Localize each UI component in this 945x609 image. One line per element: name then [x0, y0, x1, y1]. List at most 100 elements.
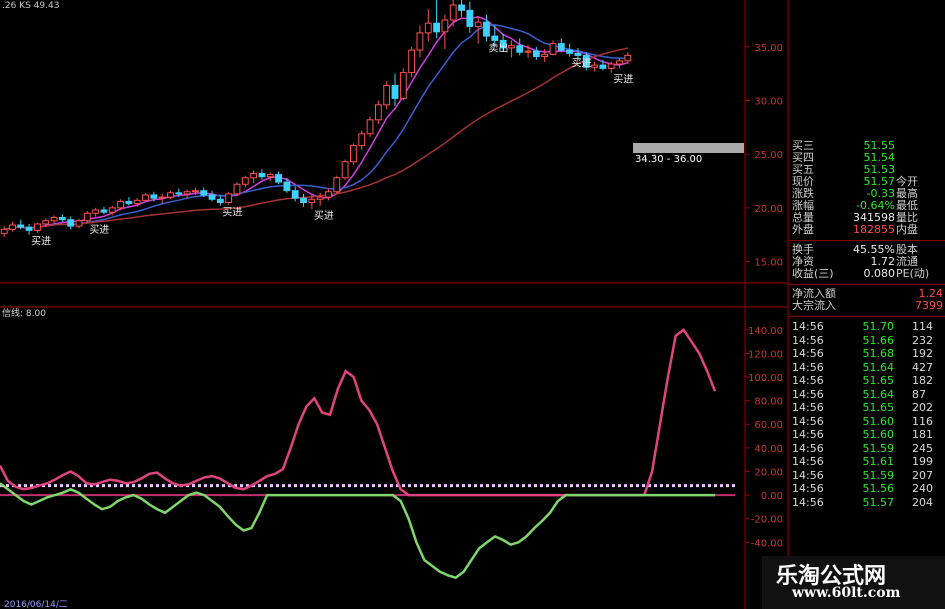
tick-volume: 199 [912, 455, 933, 468]
tick-time: 14:56 [792, 387, 824, 401]
candle-body [75, 220, 83, 227]
tick-price: 51.65 [862, 374, 895, 387]
tick-volume: 427 [912, 360, 933, 374]
candle-body [466, 9, 474, 27]
ind-tick-label: 0.00 [761, 491, 783, 502]
tick-volume: 232 [912, 333, 933, 347]
tick-time: 14:56 [792, 495, 824, 509]
candle-body [316, 196, 324, 200]
candle-body [366, 119, 374, 135]
signal-label: 买进 [31, 236, 51, 248]
candle-body [474, 21, 482, 27]
ind-tick-label: 80.00 [754, 397, 783, 408]
candle-body [200, 190, 208, 196]
candle-body [175, 192, 183, 195]
tick-time: 14:56 [792, 333, 824, 347]
candle-body [83, 212, 91, 222]
candle-body [458, 4, 465, 11]
tick-row: 14:56 51.65 202 [788, 401, 945, 415]
price-tick-label: 20.00 [754, 204, 783, 215]
candle-body [42, 220, 50, 225]
candle-body [325, 191, 332, 198]
candle-body [433, 22, 440, 33]
candle-body [266, 174, 274, 178]
candle-body [424, 22, 432, 34]
candle-body [416, 32, 424, 51]
ind-tick-label: 120.00 [748, 349, 783, 360]
separator [788, 316, 945, 317]
candle-body [574, 52, 582, 56]
tick-row: 14:56 51.56 240 [788, 482, 945, 496]
candle-body [491, 35, 499, 41]
candle-body [50, 217, 58, 222]
quote-row: 收益(三) 0.080 PE(动) [788, 268, 945, 280]
candle-body [258, 173, 266, 178]
quote-value: 0.080 [863, 267, 896, 280]
quote-label-2: PE(动) [896, 267, 930, 280]
top-label: .26 KS 49.43 [2, 1, 59, 11]
candle-body [241, 177, 249, 185]
watermark-url: www.60lt.com [792, 585, 901, 601]
tick-price: 51.57 [862, 495, 895, 509]
candle-body [541, 53, 549, 57]
tick-price: 51.60 [862, 428, 895, 441]
tick-volume: 114 [912, 320, 933, 333]
tick-volume: 240 [912, 482, 933, 495]
signal-label: 买进 [222, 207, 242, 219]
candle-body [17, 224, 25, 228]
tick-time: 14:56 [792, 347, 824, 360]
indicator-series-0 [0, 328, 717, 497]
candle-body [358, 133, 366, 147]
quote-value: 182855 [853, 223, 895, 236]
candle-body [233, 183, 241, 195]
candle-body [374, 104, 382, 121]
candle-body [624, 54, 632, 62]
indicator-series-1 [0, 482, 715, 580]
candle-body [67, 219, 75, 227]
candle-body [532, 50, 540, 57]
flow-row: 大宗流入 7399 [788, 300, 945, 312]
quote-label-2: 内盘 [896, 223, 918, 236]
candle-body [25, 226, 33, 231]
candle-body [283, 181, 291, 192]
ma30-line [4, 47, 628, 231]
candle-body [58, 217, 66, 221]
tick-volume: 181 [912, 428, 933, 441]
signal-label: 卖出 [488, 41, 508, 54]
tick-volume: 182 [912, 374, 933, 387]
tick-volume: 202 [912, 401, 933, 414]
candle-body [225, 193, 233, 203]
date-label: 2016/06/14/二 [4, 600, 68, 609]
quote-panel: 买三 51.55 买四 51.54 买五 51.53 现价 51.57 今开 涨跌 -0.33 最高涨… [788, 140, 945, 550]
price-tick-label: 15.00 [754, 258, 783, 269]
candle-body [125, 200, 133, 205]
watermark: 乐淘公式网 www.60lt.com [762, 556, 945, 609]
ma5-line [4, 16, 629, 231]
tick-price: 51.56 [862, 482, 895, 495]
candle-body [399, 72, 407, 99]
signal-label: 买进 [572, 57, 592, 69]
tick-row: 14:56 51.60 116 [788, 415, 945, 429]
flow-label: 大宗流入 [792, 299, 836, 312]
candle-body [0, 228, 8, 235]
tick-time: 14:56 [792, 428, 824, 441]
tick-price: 51.68 [862, 347, 895, 360]
signal-label: 买进 [89, 224, 109, 236]
tick-time: 14:56 [792, 374, 824, 387]
quote-label: 收益(三) [792, 267, 834, 280]
tick-row: 14:56 51.64 427 [788, 361, 945, 375]
tick-row: 14:56 51.59 207 [788, 469, 945, 483]
tick-time: 14:56 [792, 482, 824, 495]
candle-body [216, 198, 224, 203]
tick-time: 14:56 [792, 320, 824, 333]
tick-row: 14:56 51.59 245 [788, 442, 945, 456]
ind-tick-label: 20.00 [754, 467, 783, 478]
ind-tick-label: 100.00 [748, 373, 783, 384]
signal-label: 买进 [613, 74, 633, 86]
candle-body [183, 191, 191, 195]
tick-time: 14:56 [792, 468, 824, 482]
candle-body [133, 199, 141, 205]
candle-body [92, 209, 100, 214]
tick-time: 14:56 [792, 414, 824, 428]
tick-row: 14:56 51.70 114 [788, 320, 945, 334]
